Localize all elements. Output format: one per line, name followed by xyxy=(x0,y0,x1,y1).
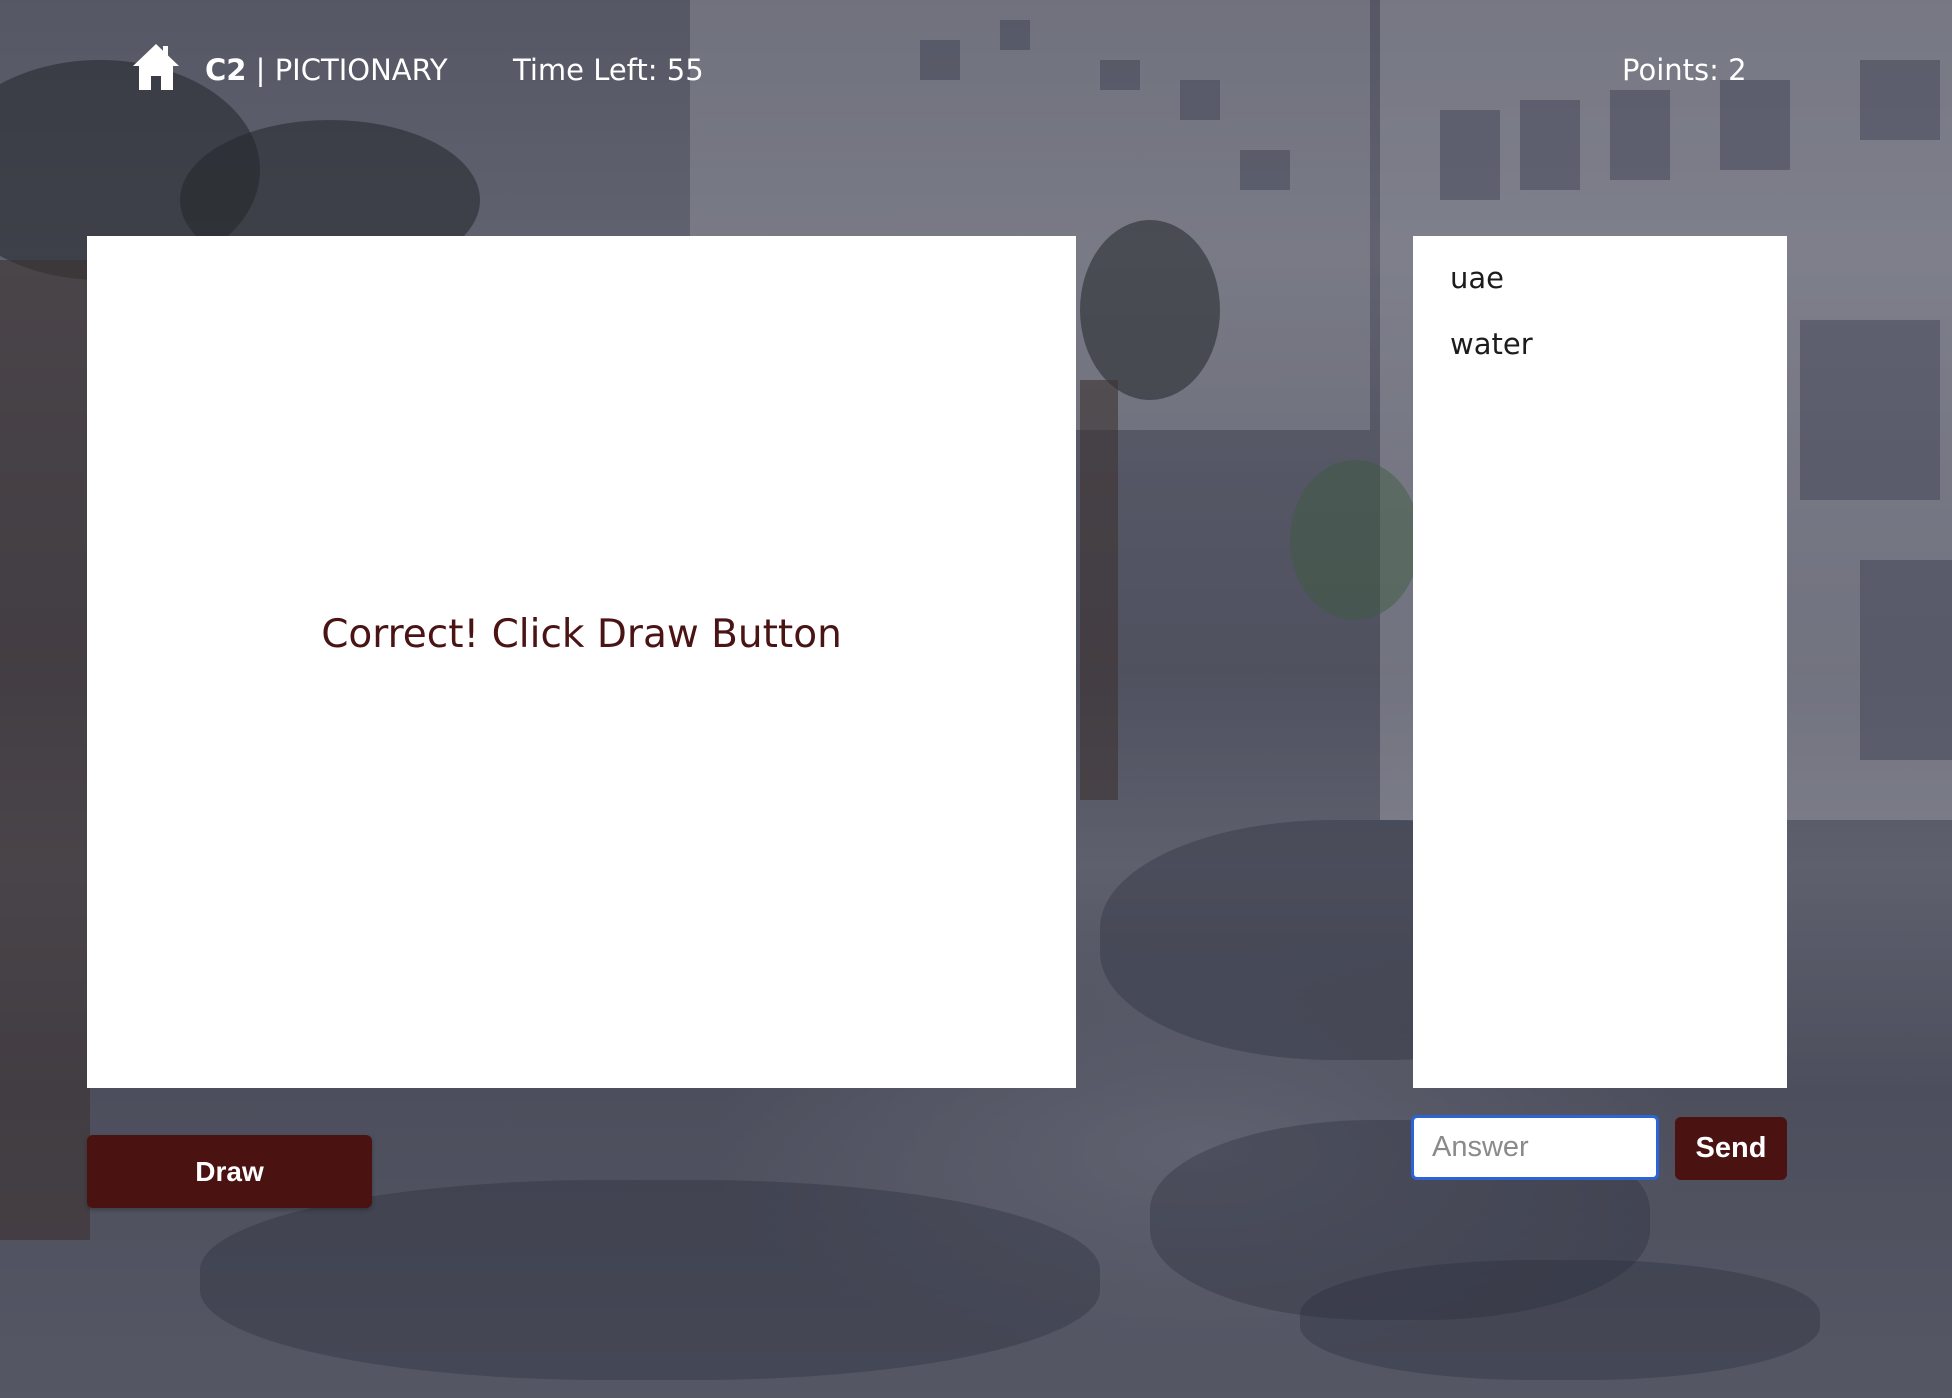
brand-code: C2 xyxy=(205,53,247,87)
time-left: Time Left: 55 xyxy=(513,53,704,87)
send-button[interactable]: Send xyxy=(1675,1117,1787,1180)
drawing-canvas[interactable]: Correct! Click Draw Button xyxy=(87,236,1076,1088)
guess-list-panel: uae water xyxy=(1413,236,1787,1088)
home-icon[interactable] xyxy=(130,40,182,92)
guess-item: uae xyxy=(1450,261,1504,295)
app-root: C2 | PICTIONARY Time Left: 55 Points: 2 … xyxy=(0,0,1952,1398)
guess-item: water xyxy=(1450,327,1533,361)
app-brand: C2 | PICTIONARY xyxy=(205,50,448,90)
answer-input[interactable] xyxy=(1411,1115,1659,1180)
guess-list: uae water xyxy=(1413,236,1787,364)
canvas-status-message: Correct! Click Draw Button xyxy=(321,612,842,657)
points-counter: Points: 2 xyxy=(1622,53,1747,87)
brand-separator: | xyxy=(246,53,275,87)
brand-name: PICTIONARY xyxy=(274,53,448,87)
draw-button[interactable]: Draw xyxy=(87,1135,372,1208)
